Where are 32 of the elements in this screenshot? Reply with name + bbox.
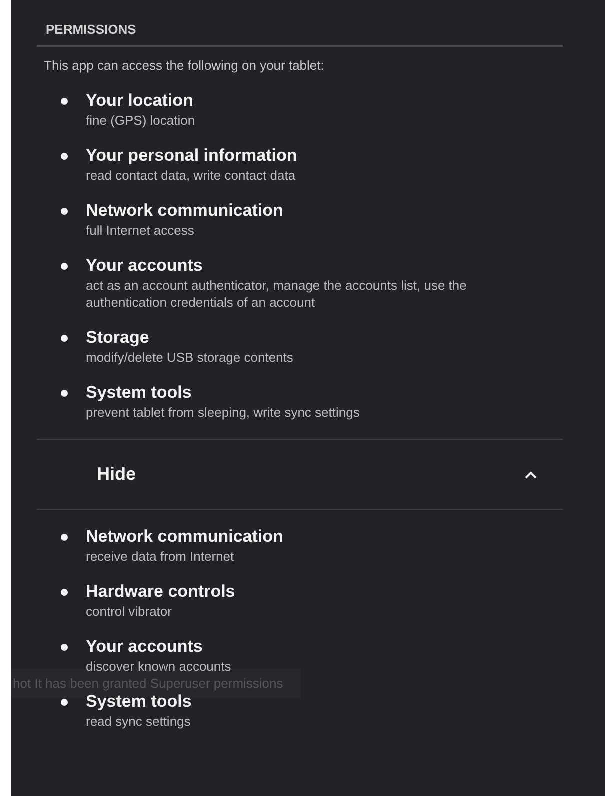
permission-title: Your accounts bbox=[86, 255, 204, 277]
permission-description: read contact data, write contact data bbox=[86, 167, 297, 184]
bullet-icon bbox=[61, 335, 68, 342]
chevron-up-icon bbox=[525, 470, 537, 478]
section-title: PERMISSIONS bbox=[45, 21, 138, 39]
permission-description: full Internet access bbox=[86, 222, 196, 239]
bullet-icon bbox=[61, 390, 68, 397]
permission-title: Hardware controls bbox=[86, 581, 236, 603]
permission-description: read sync settings bbox=[86, 713, 192, 730]
permission-title: Your location bbox=[86, 90, 194, 112]
intro-text: This app can access the following on your tablet: bbox=[43, 57, 326, 75]
bullet-icon bbox=[61, 263, 68, 270]
permission-title: Network communication bbox=[86, 200, 284, 222]
permission-description: fine (GPS) location bbox=[86, 112, 196, 129]
bullet-icon bbox=[61, 208, 68, 215]
bullet-icon bbox=[61, 98, 68, 105]
permission-description: prevent tablet from sleeping, write sync settings bbox=[86, 404, 360, 421]
bullet-icon bbox=[61, 699, 68, 706]
permission-description: receive data from Internet bbox=[86, 548, 236, 565]
permission-title: Your personal information bbox=[86, 145, 298, 167]
permission-description: act as an account authenticator, manage the accounts list, use the authentication credentials of an account bbox=[86, 277, 468, 311]
permission-description: modify/delete USB storage contents bbox=[86, 349, 294, 366]
permission-title: System tools bbox=[86, 382, 193, 404]
permission-title: Network communication bbox=[86, 526, 284, 548]
bullet-icon bbox=[61, 644, 68, 651]
bullet-icon bbox=[61, 153, 68, 160]
permission-title: Storage bbox=[86, 327, 150, 349]
bullet-icon bbox=[61, 589, 68, 596]
permission-description: control vibrator bbox=[86, 603, 173, 620]
hide-toggle[interactable]: Hide bbox=[37, 440, 563, 509]
permission-title: Your accounts bbox=[86, 636, 204, 658]
bullet-icon bbox=[61, 534, 68, 541]
